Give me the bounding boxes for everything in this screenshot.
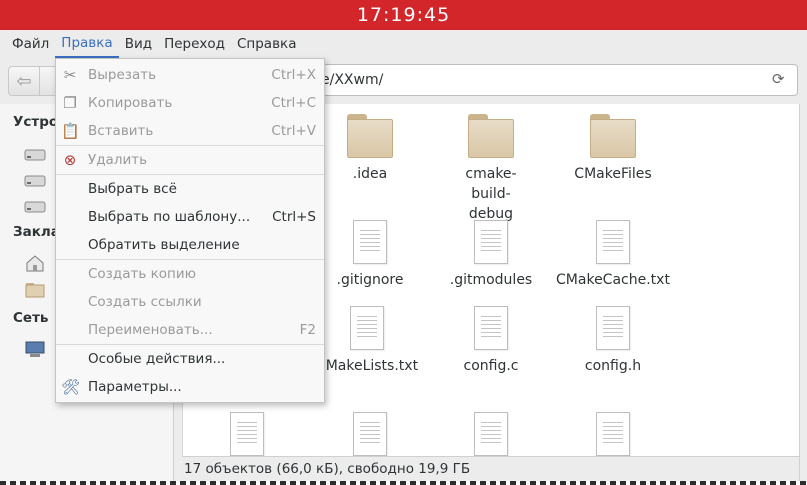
vertical-scrollbar[interactable] [799, 104, 807, 485]
back-button[interactable]: ⇦ [8, 66, 40, 96]
file-name: CMakeFiles [574, 166, 652, 182]
file-name: .gitmodules [449, 272, 533, 288]
folder-icon [347, 114, 393, 158]
text-file-icon [596, 412, 630, 456]
menu-go[interactable]: Переход [158, 30, 231, 58]
edit-menu-dropdown: ✂ Вырезать Ctrl+X ❐ Копировать Ctrl+C 📋 … [55, 58, 325, 403]
menu-item-label: Параметры... [88, 379, 182, 395]
menu-item-label: Создать ссылки [88, 294, 202, 310]
menu-item-label: Вставить [88, 123, 154, 139]
text-file-icon [596, 306, 630, 350]
menu-item-shortcut: F2 [299, 322, 316, 338]
menu-item-label: Удалить [88, 152, 148, 168]
menu-item-paste[interactable]: 📋 Вставить Ctrl+V [56, 117, 324, 145]
menu-view[interactable]: Вид [119, 30, 158, 58]
file-item[interactable] [553, 412, 673, 456]
text-file-icon [350, 306, 384, 350]
text-file-icon [230, 412, 264, 456]
file-name: config.h [584, 358, 642, 374]
menu-item-make-links[interactable]: Создать ссылки [56, 288, 324, 316]
sidebar-heading-network: Сеть [13, 310, 49, 326]
folder-item[interactable]: CMakeFiles [553, 114, 673, 184]
drive-icon[interactable] [24, 172, 46, 190]
menu-item-label: Выбрать по шаблону... [88, 209, 251, 225]
file-item[interactable]: config.c [431, 306, 551, 376]
delete-icon: ⊗ [63, 151, 77, 169]
folder-icon[interactable] [24, 280, 46, 298]
home-icon[interactable] [24, 254, 46, 272]
menu-item-duplicate[interactable]: Создать копию [56, 260, 324, 288]
file-name: CMakeLists.txt [315, 358, 419, 374]
menu-item-label: Обратить выделение [88, 237, 240, 253]
title-bar: 17:19:45 [0, 0, 807, 30]
file-name: .gitignore [336, 272, 404, 288]
menu-item-shortcut: Ctrl+X [271, 67, 316, 83]
menu-item-custom-actions[interactable]: Особые действия... [56, 345, 324, 373]
location-path: e/XXwm/ [321, 72, 384, 88]
file-item[interactable] [187, 412, 307, 456]
menu-item-label: Копировать [88, 95, 173, 111]
menu-item-copy[interactable]: ❐ Копировать Ctrl+C [56, 89, 324, 117]
menu-item-shortcut: Ctrl+V [271, 123, 316, 139]
folder-icon [468, 114, 514, 158]
menu-bar: Файл Правка Вид Переход Справка [0, 30, 807, 58]
file-item[interactable] [431, 412, 551, 456]
file-name: config.c [463, 358, 519, 374]
menu-item-cut[interactable]: ✂ Вырезать Ctrl+X [56, 61, 324, 89]
menu-help[interactable]: Справка [231, 30, 302, 58]
drive-icon[interactable] [24, 198, 46, 216]
status-bar: 17 объектов (66,0 кБ), свободно 19,9 ГБ [182, 456, 799, 481]
file-name: .idea [352, 166, 388, 182]
file-item[interactable]: config.h [553, 306, 673, 376]
text-file-icon [353, 220, 387, 264]
menu-item-shortcut: Ctrl+C [271, 95, 316, 111]
menu-item-label: Переименовать... [88, 322, 213, 338]
menu-item-label: Выбрать всё [88, 181, 177, 197]
menu-item-rename[interactable]: Переименовать... F2 [56, 316, 324, 344]
menu-item-shortcut: Ctrl+S [272, 209, 316, 225]
arrow-left-icon: ⇦ [16, 70, 32, 92]
text-file-icon [474, 306, 508, 350]
folder-item[interactable]: .idea [310, 114, 430, 184]
menu-item-preferences[interactable]: 🛠 Параметры... [56, 373, 324, 401]
menu-item-label: Создать копию [88, 266, 196, 282]
panel-edge [0, 481, 807, 485]
file-name: CMakeCache.txt [556, 272, 670, 288]
clock: 17:19:45 [356, 4, 451, 26]
reload-icon[interactable]: ⟳ [772, 71, 788, 87]
file-item[interactable] [310, 412, 430, 456]
menu-item-label: Особые действия... [88, 351, 226, 367]
tools-icon: 🛠 [61, 378, 81, 396]
drive-icon[interactable] [24, 146, 46, 164]
file-item[interactable]: .gitmodules [431, 220, 551, 290]
file-item[interactable]: CMakeCache.txt [553, 220, 673, 290]
menu-item-select-all[interactable]: Выбрать всё [56, 175, 324, 203]
menu-item-invert-selection[interactable]: Обратить выделение [56, 231, 324, 259]
text-file-icon [353, 412, 387, 456]
copy-icon: ❐ [63, 94, 77, 112]
menu-file[interactable]: Файл [6, 30, 55, 58]
folder-icon [590, 114, 636, 158]
network-computer-icon[interactable] [24, 340, 46, 358]
file-item[interactable]: .gitignore [310, 220, 430, 290]
paste-icon: 📋 [61, 122, 80, 140]
file-name: cmake-build-debug [465, 166, 517, 222]
text-file-icon [474, 412, 508, 456]
menu-item-delete[interactable]: ⊗ Удалить [56, 146, 324, 174]
file-item[interactable]: CMakeLists.txt [307, 306, 427, 376]
text-file-icon [596, 220, 630, 264]
menu-item-select-pattern[interactable]: Выбрать по шаблону... Ctrl+S [56, 203, 324, 231]
text-file-icon [474, 220, 508, 264]
status-text: 17 объектов (66,0 кБ), свободно 19,9 ГБ [184, 461, 471, 477]
folder-item[interactable]: cmake-build-debug [431, 114, 551, 224]
menu-item-label: Вырезать [88, 67, 157, 83]
scissors-icon: ✂ [63, 66, 77, 84]
menu-edit[interactable]: Правка [55, 30, 119, 58]
